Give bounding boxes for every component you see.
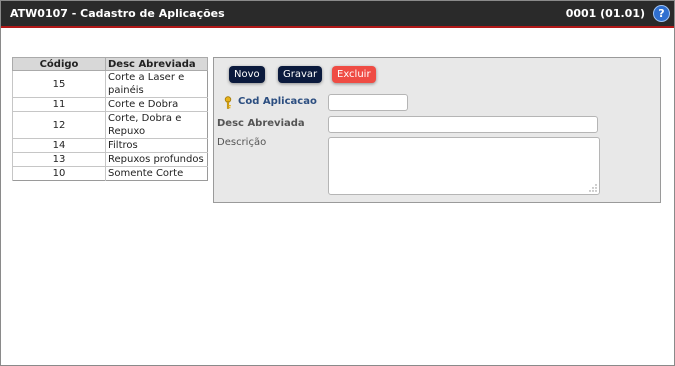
row-code: 13 bbox=[12, 152, 106, 167]
applications-table: Código Desc Abreviada 15 Corte a Laser e… bbox=[12, 57, 208, 181]
desc-abreviada-input[interactable] bbox=[328, 116, 598, 133]
version-code: 0001 (01.01) bbox=[565, 7, 645, 20]
form-panel: Novo Gravar Excluir Cod Aplicacao Desc A… bbox=[213, 57, 661, 203]
row-desc: Filtros bbox=[105, 138, 208, 153]
desc-abreviada-label: Desc Abreviada bbox=[217, 118, 305, 129]
row-code: 11 bbox=[12, 97, 106, 112]
row-desc: Somente Corte bbox=[105, 166, 208, 181]
new-button[interactable]: Novo bbox=[229, 66, 265, 83]
row-code: 15 bbox=[12, 70, 106, 98]
table-header-row: Código Desc Abreviada bbox=[12, 57, 208, 71]
row-desc: Corte, Dobra e Repuxo bbox=[105, 111, 208, 139]
row-desc: Repuxos profundos bbox=[105, 152, 208, 167]
column-header-desc[interactable]: Desc Abreviada bbox=[105, 57, 208, 71]
help-icon[interactable]: ? bbox=[653, 5, 670, 22]
descricao-label: Descrição bbox=[217, 137, 267, 148]
window-title: ATW0107 - Cadastro de Aplicações bbox=[10, 7, 225, 20]
table-row[interactable]: 13 Repuxos profundos bbox=[12, 152, 208, 167]
cod-aplicacao-label: Cod Aplicacao bbox=[238, 96, 317, 107]
row-desc: Corte e Dobra bbox=[105, 97, 208, 112]
table-row[interactable]: 14 Filtros bbox=[12, 138, 208, 153]
delete-button[interactable]: Excluir bbox=[332, 66, 376, 83]
row-desc: Corte a Laser e painéis bbox=[105, 70, 208, 98]
column-header-code[interactable]: Código bbox=[12, 57, 106, 71]
row-code: 14 bbox=[12, 138, 106, 153]
cod-aplicacao-input[interactable] bbox=[328, 94, 408, 111]
title-bar: ATW0107 - Cadastro de Aplicações 0001 (0… bbox=[1, 1, 674, 28]
row-code: 12 bbox=[12, 111, 106, 139]
table-row[interactable]: 11 Corte e Dobra bbox=[12, 97, 208, 112]
key-icon bbox=[224, 96, 232, 109]
resize-grip-icon[interactable] bbox=[589, 184, 597, 192]
table-row[interactable]: 10 Somente Corte bbox=[12, 166, 208, 181]
row-code: 10 bbox=[12, 166, 106, 181]
table-row[interactable]: 15 Corte a Laser e painéis bbox=[12, 70, 208, 98]
table-row[interactable]: 12 Corte, Dobra e Repuxo bbox=[12, 111, 208, 139]
descricao-textarea[interactable] bbox=[328, 137, 600, 195]
save-button[interactable]: Gravar bbox=[278, 66, 323, 83]
window: ATW0107 - Cadastro de Aplicações 0001 (0… bbox=[0, 0, 675, 366]
